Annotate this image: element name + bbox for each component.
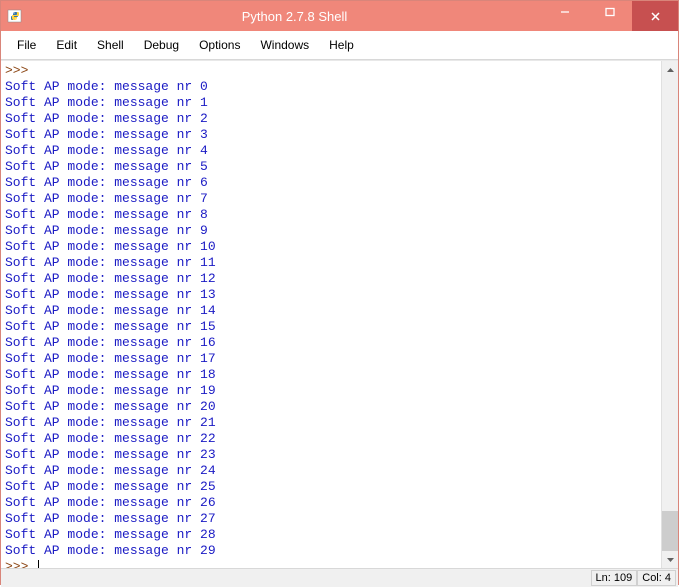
output-line: Soft AP mode: message nr 0 xyxy=(5,79,208,94)
output-line: Soft AP mode: message nr 26 xyxy=(5,495,216,510)
menu-options[interactable]: Options xyxy=(189,35,250,55)
output-line: Soft AP mode: message nr 19 xyxy=(5,383,216,398)
output-line: Soft AP mode: message nr 1 xyxy=(5,95,208,110)
output-line: Soft AP mode: message nr 24 xyxy=(5,463,216,478)
output-line: Soft AP mode: message nr 14 xyxy=(5,303,216,318)
output-line: Soft AP mode: message nr 8 xyxy=(5,207,208,222)
output-line: Soft AP mode: message nr 10 xyxy=(5,239,216,254)
output-line: Soft AP mode: message nr 17 xyxy=(5,351,216,366)
output-line: Soft AP mode: message nr 29 xyxy=(5,543,216,558)
menu-windows[interactable]: Windows xyxy=(250,35,319,55)
menubar: File Edit Shell Debug Options Windows He… xyxy=(1,31,678,60)
statusbar: Ln: 109Col: 4 xyxy=(1,568,678,587)
menu-file[interactable]: File xyxy=(7,35,46,55)
titlebar: Python 2.7.8 Shell xyxy=(1,1,678,31)
prompt: >>> xyxy=(5,63,28,78)
menu-debug[interactable]: Debug xyxy=(134,35,189,55)
prompt: >>> xyxy=(5,559,36,568)
output-line: Soft AP mode: message nr 12 xyxy=(5,271,216,286)
window-title: Python 2.7.8 Shell xyxy=(47,9,542,24)
shell-editor[interactable]: >>> Soft AP mode: message nr 0 Soft AP m… xyxy=(1,61,661,568)
window-controls xyxy=(542,1,678,31)
output-line: Soft AP mode: message nr 5 xyxy=(5,159,208,174)
output-line: Soft AP mode: message nr 9 xyxy=(5,223,208,238)
close-button[interactable] xyxy=(632,1,678,31)
content-area: >>> Soft AP mode: message nr 0 Soft AP m… xyxy=(1,60,678,568)
minimize-button[interactable] xyxy=(542,1,587,22)
output-line: Soft AP mode: message nr 6 xyxy=(5,175,208,190)
output-line: Soft AP mode: message nr 22 xyxy=(5,431,216,446)
output-line: Soft AP mode: message nr 11 xyxy=(5,255,216,270)
output-line: Soft AP mode: message nr 25 xyxy=(5,479,216,494)
output-line: Soft AP mode: message nr 28 xyxy=(5,527,216,542)
output-line: Soft AP mode: message nr 15 xyxy=(5,319,216,334)
maximize-button[interactable] xyxy=(587,1,632,22)
scroll-track[interactable] xyxy=(662,78,678,551)
output-line: Soft AP mode: message nr 4 xyxy=(5,143,208,158)
status-col: Col: 4 xyxy=(637,570,676,586)
menu-edit[interactable]: Edit xyxy=(46,35,87,55)
output-line: Soft AP mode: message nr 23 xyxy=(5,447,216,462)
scroll-up-button[interactable] xyxy=(662,61,678,78)
menu-shell[interactable]: Shell xyxy=(87,35,134,55)
output-line: Soft AP mode: message nr 16 xyxy=(5,335,216,350)
output-line: Soft AP mode: message nr 2 xyxy=(5,111,208,126)
scroll-thumb[interactable] xyxy=(662,511,678,551)
status-line: Ln: 109 xyxy=(591,570,638,586)
output-line: Soft AP mode: message nr 7 xyxy=(5,191,208,206)
output-line: Soft AP mode: message nr 27 xyxy=(5,511,216,526)
vertical-scrollbar[interactable] xyxy=(661,61,678,568)
output-line: Soft AP mode: message nr 3 xyxy=(5,127,208,142)
titlebar-left xyxy=(7,8,47,24)
output-line: Soft AP mode: message nr 18 xyxy=(5,367,216,382)
menu-help[interactable]: Help xyxy=(319,35,364,55)
output-line: Soft AP mode: message nr 21 xyxy=(5,415,216,430)
python-idle-icon xyxy=(7,8,23,24)
scroll-down-button[interactable] xyxy=(662,551,678,568)
output-line: Soft AP mode: message nr 20 xyxy=(5,399,216,414)
output-line: Soft AP mode: message nr 13 xyxy=(5,287,216,302)
text-cursor xyxy=(38,560,39,568)
